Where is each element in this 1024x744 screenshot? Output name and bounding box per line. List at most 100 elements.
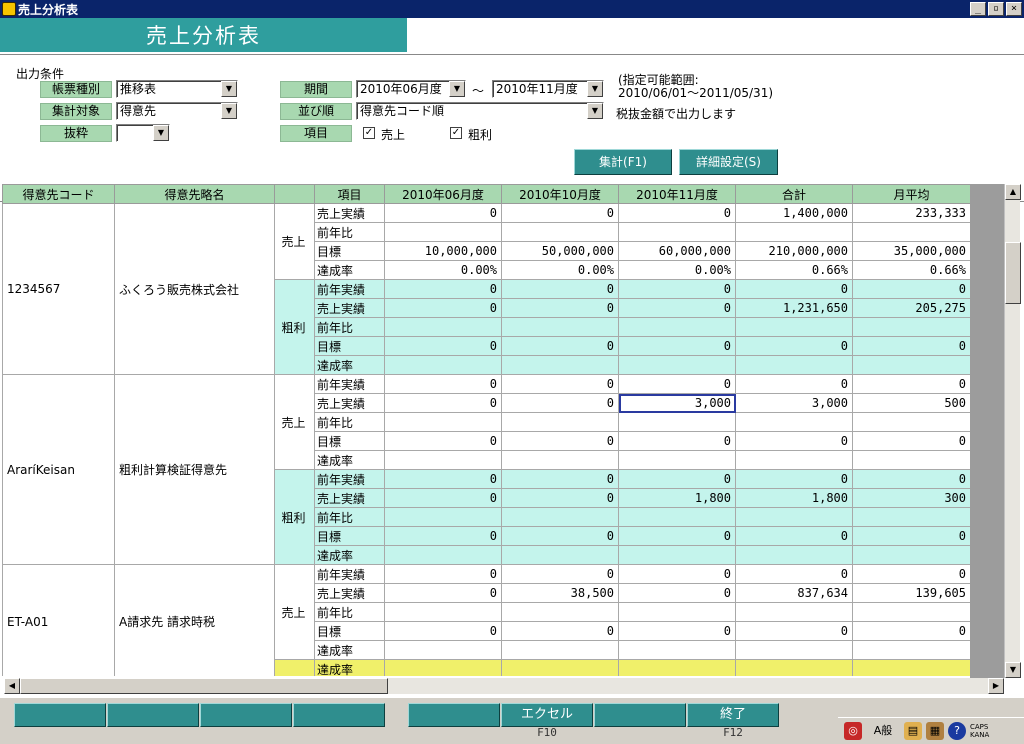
value-cell[interactable]: 0 (501, 279, 619, 299)
value-cell[interactable] (735, 450, 853, 470)
customer-name[interactable]: 粗利計算検証得意先 (114, 374, 275, 565)
value-cell[interactable]: 0 (501, 431, 619, 451)
value-cell[interactable]: 3,000 (618, 393, 736, 413)
value-cell[interactable]: 0 (618, 621, 736, 641)
value-cell[interactable]: 0 (735, 279, 853, 299)
value-cell[interactable] (852, 317, 970, 337)
value-cell[interactable]: 0 (852, 279, 970, 299)
value-cell[interactable]: 0 (501, 203, 619, 223)
value-cell[interactable] (852, 659, 970, 676)
function-key-6[interactable] (107, 703, 199, 727)
value-cell[interactable]: 0 (852, 336, 970, 356)
sales-checkbox[interactable]: ✓ (363, 127, 375, 139)
value-cell[interactable]: 205,275 (852, 298, 970, 318)
value-cell[interactable]: 0 (384, 279, 502, 299)
value-cell[interactable] (384, 659, 502, 676)
value-cell[interactable]: 0.00% (384, 260, 502, 280)
value-cell[interactable] (618, 640, 736, 660)
value-cell[interactable] (618, 412, 736, 432)
value-cell[interactable] (618, 222, 736, 242)
value-cell[interactable]: 1,400,000 (735, 203, 853, 223)
value-cell[interactable]: 0 (384, 393, 502, 413)
value-cell[interactable]: 0 (852, 431, 970, 451)
value-cell[interactable] (852, 450, 970, 470)
value-cell[interactable] (618, 450, 736, 470)
aggregate-button[interactable]: 集計(F1) (574, 149, 672, 175)
value-cell[interactable]: 0 (384, 431, 502, 451)
value-cell[interactable] (735, 640, 853, 660)
value-cell[interactable]: 0 (618, 431, 736, 451)
customer-name[interactable]: A請求先 請求時税 (114, 564, 275, 676)
function-key-7[interactable] (200, 703, 292, 727)
scroll-left-icon[interactable]: ◀ (4, 678, 20, 694)
value-cell[interactable] (735, 317, 853, 337)
value-cell[interactable]: 0.00% (501, 260, 619, 280)
value-cell[interactable] (852, 355, 970, 375)
value-cell[interactable]: 0 (384, 583, 502, 603)
value-cell[interactable] (735, 355, 853, 375)
value-cell[interactable]: 0 (618, 374, 736, 394)
function-key-11[interactable] (594, 703, 686, 727)
function-key-5[interactable] (14, 703, 106, 727)
value-cell[interactable] (501, 640, 619, 660)
value-cell[interactable] (384, 317, 502, 337)
value-cell[interactable] (735, 412, 853, 432)
value-cell[interactable] (384, 602, 502, 622)
value-cell[interactable]: 0 (618, 526, 736, 546)
value-cell[interactable]: 50,000,000 (501, 241, 619, 261)
value-cell[interactable] (735, 545, 853, 565)
value-cell[interactable] (501, 507, 619, 527)
function-key-8[interactable] (293, 703, 385, 727)
value-cell[interactable]: 0 (384, 526, 502, 546)
extract-select[interactable]: ▼ (116, 124, 170, 142)
gross-profit-checkbox[interactable]: ✓ (450, 127, 462, 139)
value-cell[interactable]: 0 (735, 431, 853, 451)
value-cell[interactable]: 0 (852, 564, 970, 584)
value-cell[interactable]: 0 (618, 336, 736, 356)
value-cell[interactable]: 0 (501, 374, 619, 394)
value-cell[interactable] (501, 355, 619, 375)
value-cell[interactable] (384, 545, 502, 565)
value-cell[interactable]: 210,000,000 (735, 241, 853, 261)
value-cell[interactable]: 0 (852, 526, 970, 546)
function-key-10[interactable]: エクセル (501, 703, 593, 727)
report-type-select[interactable]: 推移表 ▼ (116, 80, 238, 98)
value-cell[interactable] (618, 355, 736, 375)
horizontal-scrollbar[interactable]: ◀ ▶ (4, 678, 1004, 694)
ime-icon[interactable]: ◎ (844, 722, 862, 740)
value-cell[interactable]: 0 (735, 469, 853, 489)
function-key-12[interactable]: 終了 (687, 703, 779, 727)
value-cell[interactable] (384, 355, 502, 375)
value-cell[interactable]: 0 (735, 336, 853, 356)
value-cell[interactable] (735, 222, 853, 242)
value-cell[interactable]: 0 (384, 564, 502, 584)
value-cell[interactable]: 1,800 (618, 488, 736, 508)
value-cell[interactable]: 0 (501, 336, 619, 356)
value-cell[interactable]: 0 (735, 621, 853, 641)
chevron-down-icon[interactable]: ▼ (449, 81, 465, 97)
value-cell[interactable] (501, 450, 619, 470)
restore-button[interactable]: ▫ (988, 2, 1004, 16)
dictionary-icon[interactable]: ▤ (904, 722, 922, 740)
value-cell[interactable] (501, 659, 619, 676)
value-cell[interactable] (618, 317, 736, 337)
value-cell[interactable]: 38,500 (501, 583, 619, 603)
value-cell[interactable] (501, 412, 619, 432)
value-cell[interactable] (618, 507, 736, 527)
period-from-select[interactable]: 2010年06月度 ▼ (356, 80, 466, 98)
aggregate-target-select[interactable]: 得意先 ▼ (116, 102, 238, 120)
value-cell[interactable] (852, 222, 970, 242)
value-cell[interactable]: 0 (501, 621, 619, 641)
value-cell[interactable]: 60,000,000 (618, 241, 736, 261)
scroll-down-icon[interactable]: ▼ (1005, 662, 1021, 678)
value-cell[interactable] (384, 412, 502, 432)
customer-code[interactable]: 1234567 (2, 203, 115, 375)
vertical-scrollbar[interactable]: ▲ ▼ (1004, 184, 1021, 678)
value-cell[interactable]: 233,333 (852, 203, 970, 223)
value-cell[interactable]: 0 (618, 583, 736, 603)
value-cell[interactable] (384, 222, 502, 242)
value-cell[interactable]: 1,231,650 (735, 298, 853, 318)
value-cell[interactable]: 0 (618, 564, 736, 584)
ime-mode-label[interactable]: A般 (866, 722, 900, 740)
value-cell[interactable] (735, 659, 853, 676)
